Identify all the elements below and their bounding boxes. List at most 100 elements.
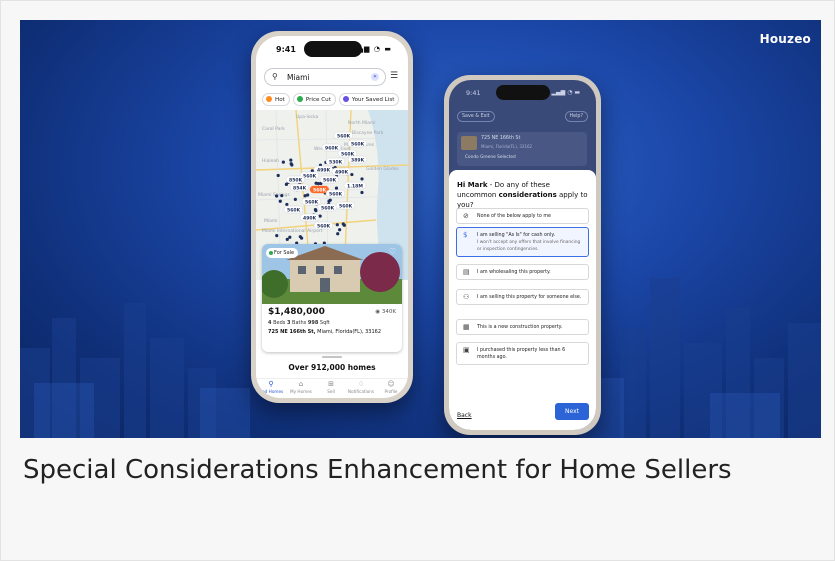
cash-icon: $ [463,231,468,239]
price-pin-label: 560K [321,205,335,211]
price-pin-label: 560K [313,187,327,193]
listing-dot[interactable] [360,190,364,195]
listing-dot[interactable] [360,177,364,181]
price-pin[interactable]: 490K [299,213,319,221]
tab-notifications[interactable]: ♢ Notifications [346,380,376,394]
price-pin[interactable]: 560K [333,131,353,139]
option-as-is-cash[interactable]: $ I am selling "As Is" for cash only. I wo… [456,227,589,257]
filter-icon[interactable]: ☰ [390,71,398,81]
map-label: Carol Park [262,126,285,132]
map-label: North Miami [348,120,376,126]
price-pin[interactable]: 1.18M [343,181,367,189]
phone-considerations-view: 9:41 ▂▄▆ ◔ ▬ Save & Exit Help? 725 NE 16… [444,75,601,435]
hero-banner: Houzeo 9:41 ▂▄▆ ◔ ▬ ⚲ Miami ✕ ☰ Hot Price… [20,20,821,438]
bottom-tab-bar: ⚲ Find Homes ⌂ My Homes ⊞ Sell ♢ Notificatio… [256,378,408,398]
signal-wifi-battery-icon: ▂▄▆ ◔ ▬ [351,45,392,53]
listing-dot[interactable] [298,235,302,239]
listing-card[interactable]: For Sale ♡ $1,480,000 ◉ 340K 4 Beds 3 Ba… [262,244,402,352]
listing-dot[interactable] [336,232,340,236]
help-button[interactable]: Help? [564,111,588,122]
listing-dot[interactable] [334,186,339,190]
tab-profile[interactable]: ☺ Profile [376,380,406,394]
listing-dot[interactable] [281,160,285,164]
listing-dot[interactable] [280,193,284,198]
listing-dot[interactable] [275,234,279,238]
clear-icon[interactable]: ✕ [371,73,379,81]
listing-dot[interactable] [313,207,318,212]
listing-dot[interactable] [350,172,354,177]
listing-dot[interactable] [285,237,289,241]
chip-saved-list[interactable]: Your Saved List [338,93,400,106]
price-pin[interactable]: 850K [285,175,305,183]
price-pin[interactable]: 960K [321,143,341,151]
listing-dot[interactable] [338,228,342,232]
listing-price: $1,480,000 [268,307,325,317]
price-pin[interactable]: 530K [325,157,345,165]
price-pin[interactable]: 490K [331,167,351,175]
price-pin[interactable]: 560K [347,139,367,147]
search-icon: ⚲ [268,380,274,388]
status-bar: 9:41 ▂▄▆ ◔ ▬ [256,36,408,62]
option-new-construction[interactable]: ▦ This is a new construction property. [456,319,589,335]
favorite-heart-icon[interactable]: ♡ [389,247,396,256]
map-label: Hialeah [262,158,279,164]
option-selling-for-someone[interactable]: ⚇ I am selling this property for someone … [456,289,589,305]
listing-dot[interactable] [303,194,307,198]
price-pin[interactable]: 854K [289,183,309,191]
drag-handle[interactable] [322,356,342,358]
listing-dot[interactable] [278,199,282,203]
listing-dot[interactable] [289,162,293,166]
listing-dot[interactable] [328,198,332,202]
price-pin[interactable]: 560K [319,175,339,183]
listing-dot[interactable] [288,235,292,239]
listing-dot[interactable] [318,214,322,218]
tab-sell[interactable]: ⊞ Sell [316,380,346,394]
price-pin-label: 560K [303,173,317,179]
price-pin[interactable]: 560K [325,189,345,197]
back-link[interactable]: Back [457,412,472,419]
search-input[interactable]: ⚲ Miami ✕ [264,68,386,86]
tag-icon [296,96,303,102]
map-label: Upa-locka [296,114,319,120]
listing-dot[interactable] [276,173,280,178]
article-title[interactable]: Special Considerations Enhancement for H… [23,449,813,491]
question-text: Hi Mark - Do any of these uncommon consi… [457,181,588,209]
listing-dot[interactable] [335,223,339,227]
map-label: Miami [264,218,278,224]
price-pin-label: 530K [329,159,343,165]
chip-price-cut[interactable]: Price Cut [292,93,336,106]
next-button[interactable]: Next [555,403,589,420]
option-recent-purchase[interactable]: ▣ I purchased this property less than 6 m… [456,342,589,365]
listing-dot[interactable] [316,182,320,186]
article-card[interactable]: Houzeo 9:41 ▂▄▆ ◔ ▬ ⚲ Miami ✕ ☰ Hot Price… [0,0,835,561]
price-pin[interactable]: 560K [317,203,337,211]
price-pin[interactable]: 560K [301,197,321,205]
phone-screen-form: 9:41 ▂▄▆ ◔ ▬ Save & Exit Help? 725 NE 16… [449,80,596,430]
price-pin[interactable]: 560K [335,201,355,209]
save-exit-button[interactable]: Save & Exit [457,111,495,122]
price-pin-label: 560K [329,191,343,197]
listing-dot[interactable] [275,194,279,198]
option-wholesaling[interactable]: ▤ I am wholesaling this property. [456,264,589,280]
flame-icon [266,96,272,102]
chip-hot[interactable]: Hot [262,93,290,106]
property-summary-card: 725 NE 166th St Miami, Florida(FL), 3316… [457,132,587,166]
tab-find-homes[interactable]: ⚲ Find Homes [256,380,286,394]
option-none[interactable]: ⊘ None of the below apply to me [456,208,589,224]
view-count: ◉ 340K [375,309,396,315]
price-pin[interactable]: 389K [347,155,367,163]
clock: 9:41 [466,89,481,97]
document-icon: ▤ [463,268,470,276]
listing-dot[interactable] [285,202,289,207]
listing-dot[interactable] [293,197,297,201]
phone-map-view: 9:41 ▂▄▆ ◔ ▬ ⚲ Miami ✕ ☰ Hot Price Cut You… [251,31,413,403]
listing-dot[interactable] [289,158,293,162]
price-pin[interactable]: 560K [313,221,333,229]
user-icon: ☺ [387,380,395,388]
calendar-icon: ▣ [463,346,470,354]
tab-my-homes[interactable]: ⌂ My Homes [286,380,316,394]
price-pin-label: 560K [317,223,331,229]
price-pin[interactable]: 560K [283,205,303,213]
listing-dot[interactable] [341,222,345,226]
houzeo-logo[interactable]: Houzeo [760,32,811,46]
